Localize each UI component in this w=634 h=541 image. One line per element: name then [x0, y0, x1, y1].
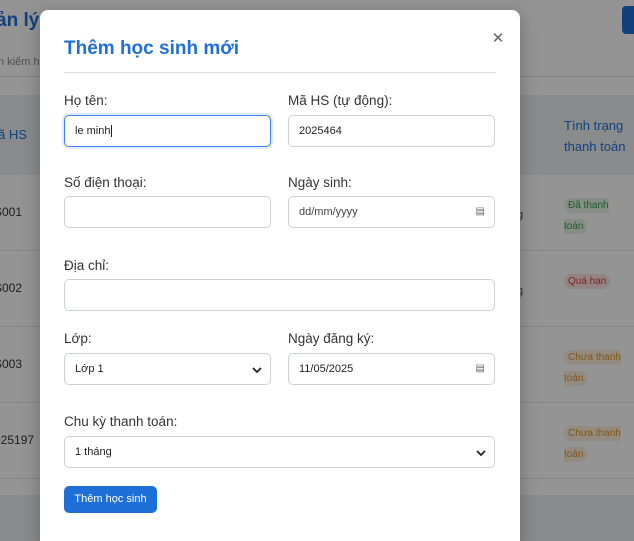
- billing-cycle-label: Chu kỳ thanh toán:: [64, 414, 178, 429]
- divider: [64, 72, 496, 73]
- name-label: Họ tên:: [64, 93, 108, 108]
- enroll-date-label: Ngày đăng ký:: [288, 331, 375, 346]
- add-student-modal: Thêm học sinh mới ✕ Họ tên: le minh Mã H…: [40, 10, 520, 541]
- chevron-down-icon: [476, 450, 486, 457]
- name-input[interactable]: le minh: [64, 115, 271, 147]
- add-student-submit-button[interactable]: Thêm học sinh: [64, 486, 157, 513]
- class-select[interactable]: Lớp 1: [64, 353, 271, 385]
- class-label: Lớp:: [64, 331, 92, 346]
- modal-title: Thêm học sinh mới: [64, 38, 240, 59]
- address-label: Địa chỉ:: [64, 258, 110, 273]
- billing-cycle-select[interactable]: 1 tháng: [64, 436, 495, 468]
- student-id-label: Mã HS (tự động):: [288, 93, 393, 108]
- address-input[interactable]: [64, 279, 495, 311]
- phone-label: Số điện thoại:: [64, 175, 147, 190]
- chevron-down-icon: [252, 367, 262, 374]
- phone-input[interactable]: [64, 196, 271, 228]
- text-cursor: [111, 125, 113, 138]
- enroll-date-input[interactable]: 11/05/2025 ▤: [288, 353, 495, 385]
- calendar-icon[interactable]: ▤: [476, 197, 485, 227]
- student-id-input[interactable]: 2025464: [288, 115, 495, 147]
- birthdate-label: Ngày sinh:: [288, 175, 352, 190]
- calendar-icon[interactable]: ▤: [476, 354, 485, 384]
- close-icon[interactable]: ✕: [489, 30, 507, 48]
- birthdate-input[interactable]: dd/mm/yyyy ▤: [288, 196, 495, 228]
